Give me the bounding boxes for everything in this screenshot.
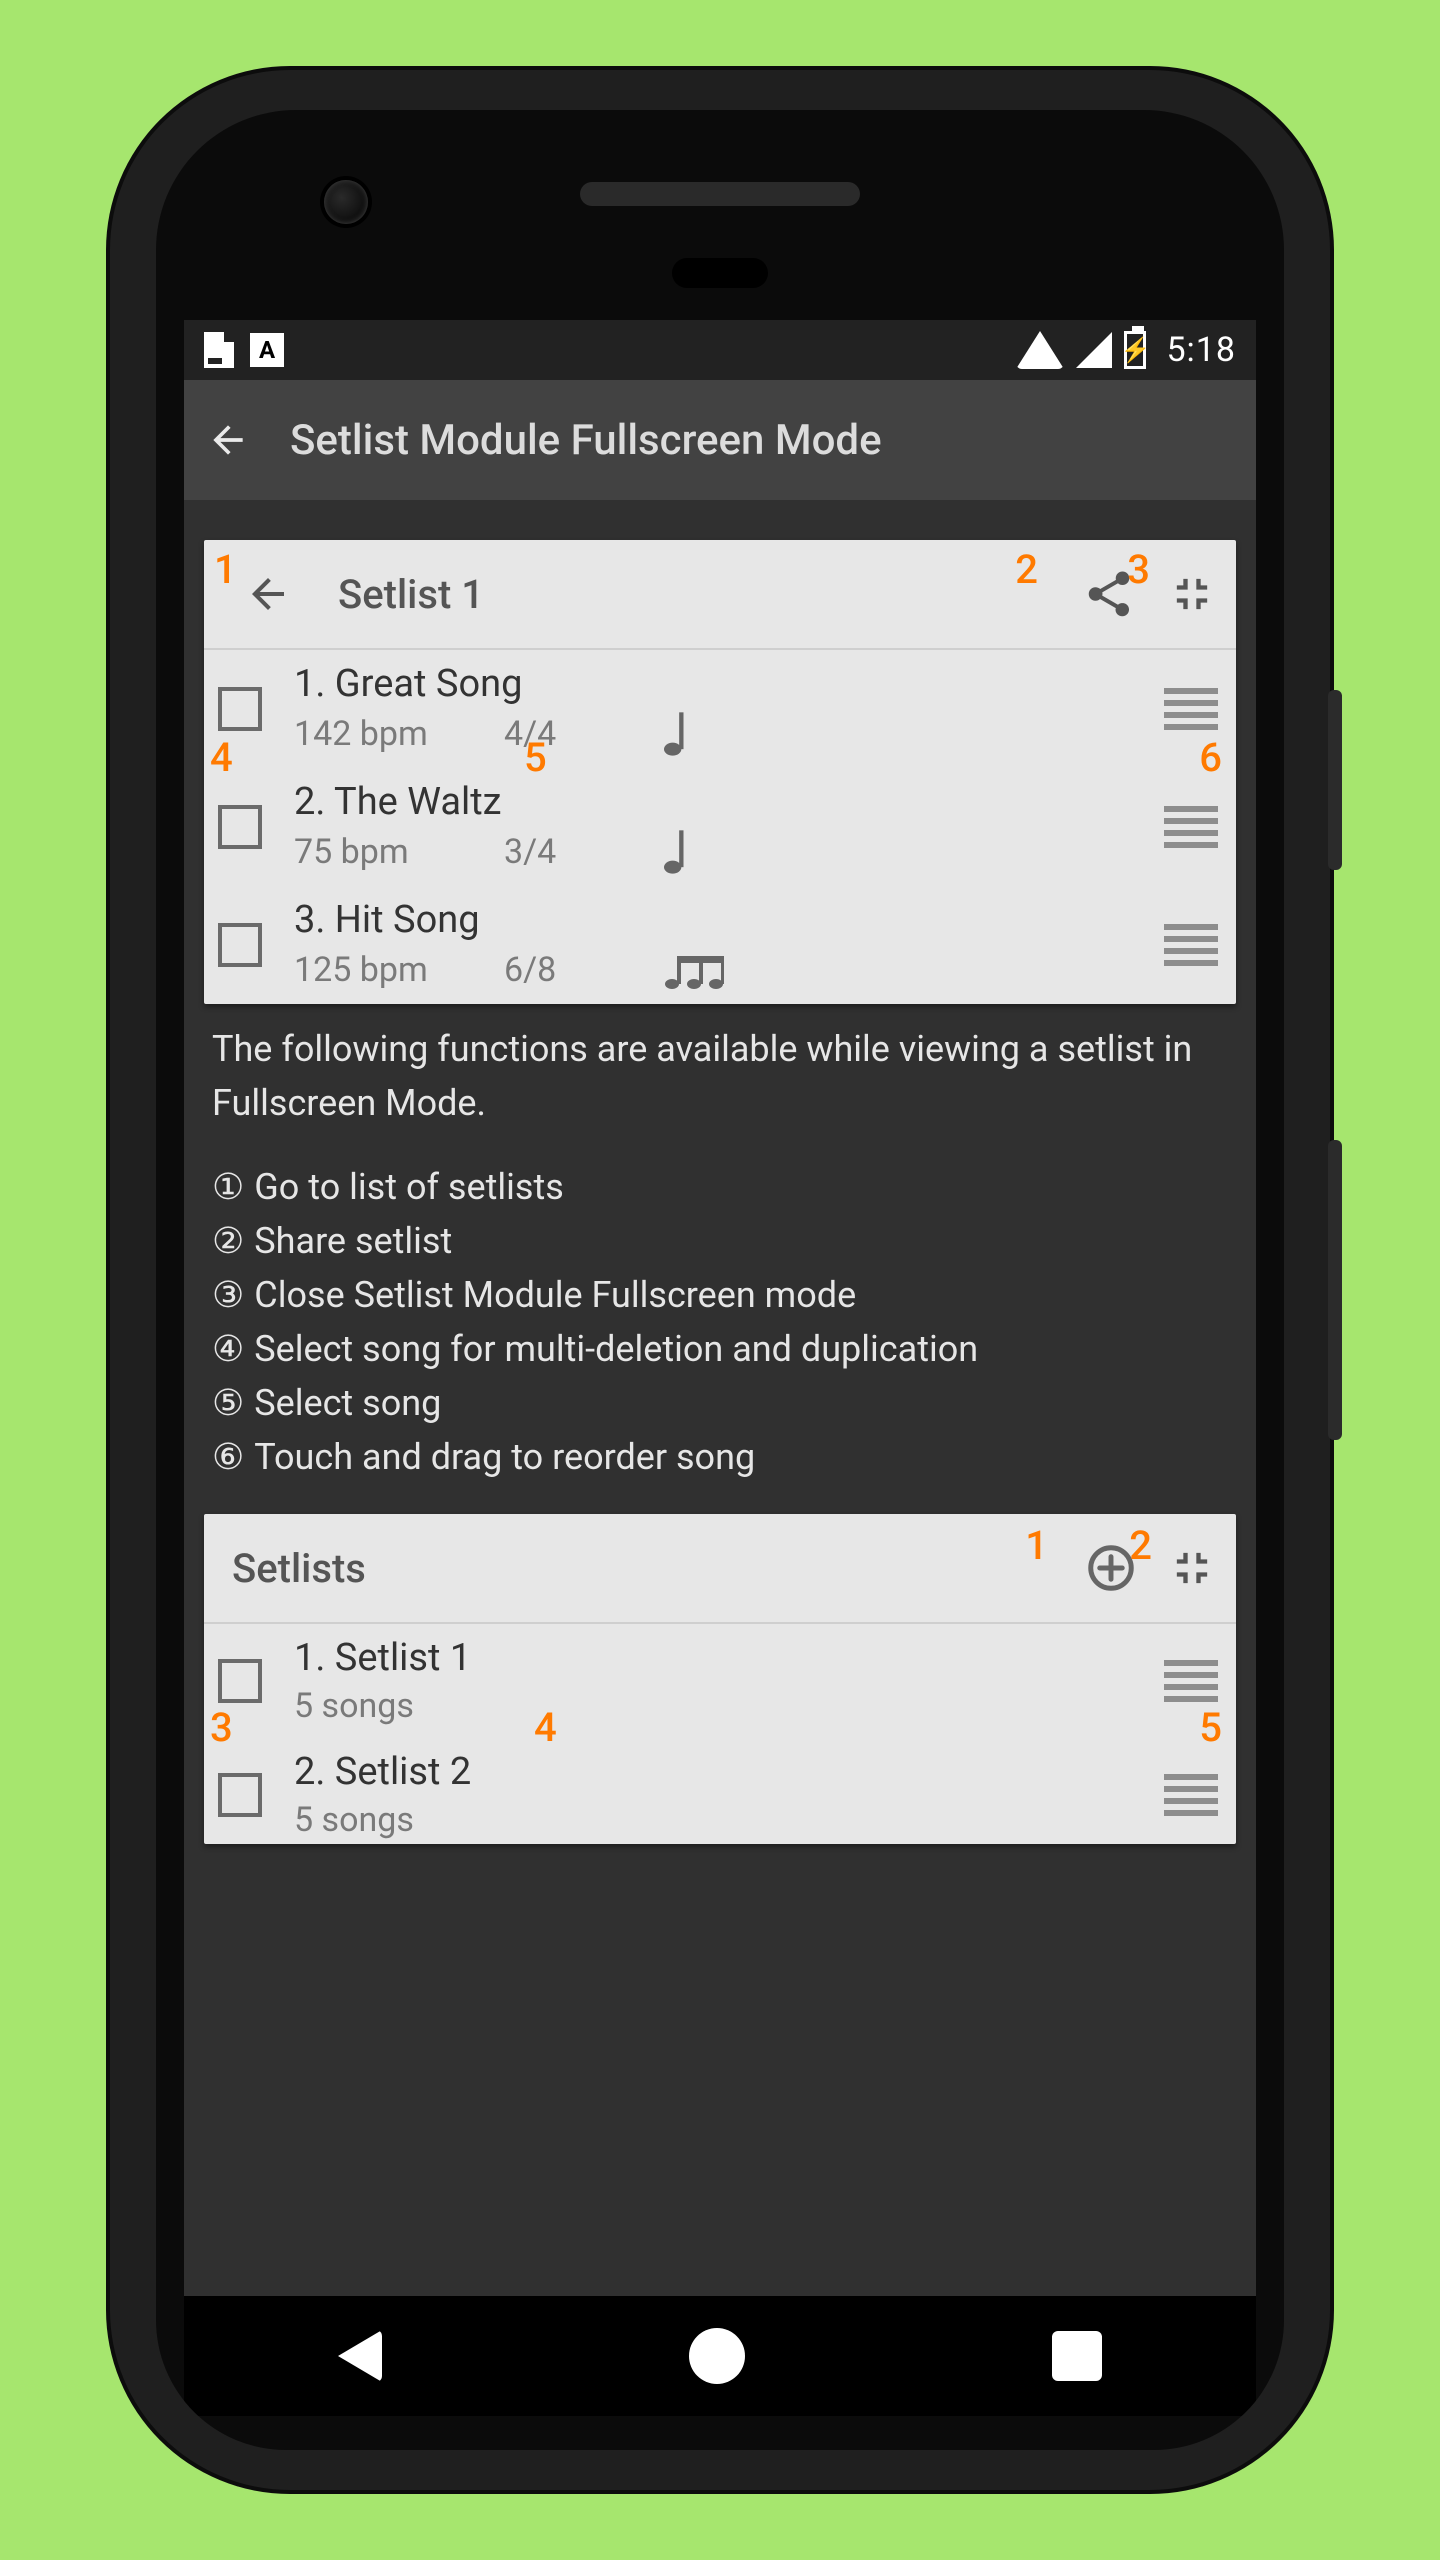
setlist-title: 1. Setlist 1 <box>294 1636 1148 1680</box>
song-checkbox[interactable] <box>218 923 262 967</box>
description-block: The following functions are available wh… <box>204 1004 1236 1514</box>
song-time-signature: 6/8 <box>504 950 664 990</box>
clock: 5:18 <box>1166 330 1236 370</box>
sd-card-icon <box>204 332 234 368</box>
function-item: ⑥Touch and drag to reorder song <box>212 1430 1228 1484</box>
song-time-signature: 3/4 <box>504 832 664 872</box>
setlist-checkbox[interactable] <box>218 1659 262 1703</box>
function-list: ①Go to list of setlists ②Share setlist ③… <box>212 1160 1228 1484</box>
text-input-icon: A <box>250 333 284 367</box>
nav-home-button[interactable] <box>689 2328 745 2384</box>
exit-fullscreen-button[interactable] <box>1166 1542 1218 1594</box>
song-bpm: 125 bpm <box>294 950 504 990</box>
setlists-panel: Setlists 1 2 1. Se <box>204 1514 1236 1844</box>
drag-handle[interactable] <box>1148 806 1218 848</box>
song-checkbox[interactable] <box>218 805 262 849</box>
setlist-row[interactable]: 1. Setlist 1 5 songs <box>204 1624 1236 1738</box>
drag-handle[interactable] <box>1148 1774 1218 1816</box>
add-setlist-button[interactable] <box>1084 1541 1138 1595</box>
phone-side-button <box>1328 1140 1342 1440</box>
drag-handle[interactable] <box>1148 924 1218 966</box>
nav-back-button[interactable] <box>338 2330 382 2382</box>
app-bar: Setlist Module Fullscreen Mode <box>184 380 1256 500</box>
note-icon <box>664 712 784 756</box>
setlist-meta: 5 songs <box>294 1800 1148 1840</box>
screen: A ⚡ 5:18 Setlist Module Fullscreen Mode <box>184 320 1256 2296</box>
song-bpm: 75 bpm <box>294 832 504 872</box>
drag-handle[interactable] <box>1148 1660 1218 1702</box>
song-row[interactable]: 4 5 6 2. The Waltz 75 bpm 3/4 <box>204 768 1236 886</box>
annotation-marker: 1 <box>1025 1522 1048 1569</box>
fullscreen-exit-icon <box>1166 568 1218 620</box>
description-intro: The following functions are available wh… <box>212 1022 1228 1130</box>
song-time-signature: 4/4 <box>504 714 664 754</box>
function-item: ②Share setlist <box>212 1214 1228 1268</box>
phone-body: A ⚡ 5:18 Setlist Module Fullscreen Mode <box>156 110 1284 2450</box>
page-title: Setlist Module Fullscreen Mode <box>290 416 882 465</box>
song-title: 1. Great Song <box>294 662 1148 706</box>
share-icon <box>1082 567 1136 621</box>
android-nav-bar <box>184 2296 1256 2416</box>
drag-handle[interactable] <box>1148 688 1218 730</box>
share-button[interactable] <box>1082 567 1136 621</box>
content-area: 1 Setlist 1 2 3 <box>184 500 1256 2296</box>
status-bar: A ⚡ 5:18 <box>184 320 1256 380</box>
function-item: ①Go to list of setlists <box>212 1160 1228 1214</box>
setlist-title: 2. Setlist 2 <box>294 1750 1148 1794</box>
song-checkbox[interactable] <box>218 687 262 731</box>
nav-recent-button[interactable] <box>1052 2331 1102 2381</box>
setlist-row[interactable]: 3 4 5 2. Setlist 2 5 songs <box>204 1738 1236 1844</box>
panel-title: Setlists <box>232 1545 366 1592</box>
setlist-preview-panel: 1 Setlist 1 2 3 <box>204 540 1236 1004</box>
annotation-marker: 2 <box>1015 546 1038 593</box>
panel-title: Setlist 1 <box>338 571 484 618</box>
arrow-left-icon <box>206 418 250 462</box>
song-row[interactable]: 1. Great Song 142 bpm 4/4 <box>204 650 1236 768</box>
cell-signal-icon <box>1076 332 1112 368</box>
setlist-back-button[interactable] <box>244 570 292 618</box>
phone-hardware-top <box>156 110 1284 320</box>
function-item: ③Close Setlist Module Fullscreen mode <box>212 1268 1228 1322</box>
annotation-marker: 1 <box>214 546 237 593</box>
phone-side-button <box>1328 690 1342 870</box>
setlist-meta: 5 songs <box>294 1686 1148 1726</box>
beamed-notes-icon <box>664 948 784 992</box>
exit-fullscreen-button[interactable] <box>1166 568 1218 620</box>
function-item: ④Select song for multi-deletion and dupl… <box>212 1322 1228 1376</box>
note-icon <box>664 830 784 874</box>
wifi-icon <box>1016 331 1064 369</box>
function-item: ⑤Select song <box>212 1376 1228 1430</box>
panel-header: 1 Setlist 1 2 3 <box>204 540 1236 650</box>
song-row[interactable]: 3. Hit Song 125 bpm 6/8 <box>204 886 1236 1004</box>
battery-charging-icon: ⚡ <box>1124 331 1146 369</box>
song-title: 3. Hit Song <box>294 898 1148 942</box>
fullscreen-exit-icon <box>1166 1542 1218 1594</box>
song-title: 2. The Waltz <box>294 780 1148 824</box>
speaker-grille <box>580 182 860 206</box>
song-bpm: 142 bpm <box>294 714 504 754</box>
arrow-left-icon <box>244 570 292 618</box>
camera-dot <box>324 180 368 224</box>
plus-circle-icon <box>1084 1541 1138 1595</box>
back-button[interactable] <box>206 418 250 462</box>
setlist-checkbox[interactable] <box>218 1773 262 1817</box>
panel-header: Setlists 1 2 <box>204 1514 1236 1624</box>
phone-frame: A ⚡ 5:18 Setlist Module Fullscreen Mode <box>110 70 1330 2490</box>
sensor-pill <box>672 258 768 288</box>
